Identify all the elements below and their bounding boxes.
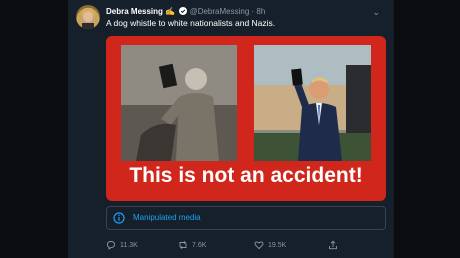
- verified-badge-icon: [179, 7, 188, 15]
- retweet-icon: [179, 240, 187, 250]
- tweet-actions: 11.3K 7.6K 19.5K: [106, 240, 386, 254]
- media-photo-left: [121, 45, 237, 161]
- avatar[interactable]: [76, 5, 100, 29]
- share-icon: [329, 240, 337, 250]
- photo-right-figure: [254, 45, 371, 161]
- media-photo-right: [254, 45, 371, 161]
- author-name[interactable]: Debra Messing: [106, 7, 163, 16]
- like-button[interactable]: 19.5K: [254, 240, 286, 250]
- manipulated-media-label[interactable]: Manipulated media: [106, 206, 386, 230]
- tweet-text: A dog whistle to white nationalists and …: [106, 18, 276, 28]
- author-handle[interactable]: @DebraMessing: [190, 7, 250, 16]
- avatar-portrait: [81, 7, 96, 29]
- retweet-button[interactable]: 7.6K: [178, 240, 206, 250]
- reply-button[interactable]: 11.3K: [106, 240, 138, 250]
- tweet-header: Debra Messing ✍ @DebraMessing · 8h ⌄: [106, 6, 388, 18]
- reply-count: 11.3K: [120, 241, 138, 249]
- like-icon: [254, 241, 264, 250]
- tweet-card[interactable]: Debra Messing ✍ @DebraMessing · 8h ⌄ A d…: [68, 0, 394, 258]
- author-emoji: ✍: [165, 7, 176, 16]
- separator-dot: ·: [251, 7, 255, 16]
- tweet-timestamp[interactable]: 8h: [256, 7, 265, 16]
- retweet-count: 7.6K: [192, 241, 207, 249]
- chevron-down-icon[interactable]: ⌄: [372, 6, 380, 18]
- reply-icon: [107, 241, 115, 250]
- manipulated-media-text[interactable]: Manipulated media: [133, 213, 201, 222]
- like-count: 19.5K: [268, 241, 287, 249]
- share-button[interactable]: [328, 240, 338, 250]
- photo-left-figure: [121, 45, 237, 161]
- media-caption: This is not an accident!: [129, 164, 363, 187]
- tweet-media[interactable]: This is not an accident!: [106, 36, 386, 201]
- info-icon: [113, 212, 125, 224]
